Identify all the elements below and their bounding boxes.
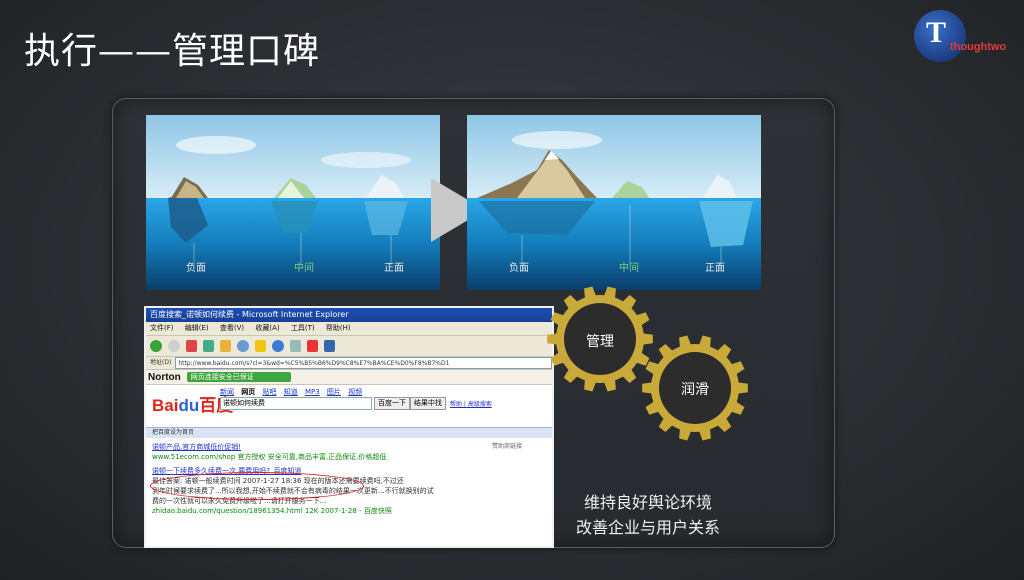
menu-favorites: 收藏(A)	[255, 324, 280, 332]
label-negative: 负面	[186, 263, 206, 274]
menu-view: 查看(V)	[219, 324, 245, 332]
norton-brand: Norton	[148, 371, 181, 383]
favorites-icon	[255, 340, 266, 352]
iceberg-image-before: 负面 中间 正面	[146, 115, 440, 290]
address-bar: 地址(D) http://www.baidu.com/s?cl=3&wd=%C5…	[146, 357, 552, 370]
slide-title: 执行——管理口碑	[24, 31, 321, 72]
result-url: zhidao.baidu.com/question/18961354.html …	[152, 507, 392, 515]
ie-menubar: 文件(F) 编辑(E) 查看(V) 收藏(A) 工具(T) 帮助(H)	[146, 322, 552, 336]
baidu-search-within-button: 结果中找	[410, 397, 446, 410]
gear-label-manage: 管理	[586, 334, 614, 350]
ie-toolbar	[146, 336, 552, 357]
baidu-search-button: 百度一下	[374, 397, 410, 410]
sponsor-label: 赞助商链接	[491, 443, 522, 450]
result-title: 诺顿产品,官方商城低价促销!	[152, 443, 242, 451]
home-icon	[220, 340, 231, 352]
address-url: http://www.baidu.com/s?cl=3&wd=%C5%B5%B6…	[175, 357, 552, 369]
menu-edit: 编辑(E)	[184, 324, 209, 332]
company-logo: T thoughtwo	[910, 8, 1020, 64]
logo-mark: T	[926, 16, 947, 49]
tab-news: 新闻	[220, 388, 234, 396]
stop-icon	[186, 340, 197, 352]
history-icon	[290, 340, 301, 352]
baidu-blue-bar: 把百度设为首页	[146, 427, 552, 438]
baidu-search-area: Baidu百度 新闻 网页 贴吧 知道 MP3 图片 视频 诺顿如何续费 百度一…	[146, 385, 552, 427]
tab-images: 图片	[326, 388, 341, 396]
search-result-ad: 诺顿产品,官方商城低价促销! www.51ecom.com/shop 官方授权 …	[146, 442, 552, 462]
logo-text: thoughtwo	[950, 41, 1007, 53]
caption-line-1: 维持良好舆论环境	[583, 493, 712, 512]
norton-toolbar: Norton 网页连接安全已保证	[146, 370, 552, 385]
norton-status: 网页连接安全已保证	[186, 372, 291, 382]
highlight-oval	[150, 472, 364, 500]
media-icon	[272, 340, 284, 352]
menu-file: 文件(F)	[150, 324, 174, 332]
baidu-help-links: 帮助 | 高级搜索	[450, 401, 492, 408]
refresh-icon	[203, 340, 214, 352]
mail-icon	[307, 340, 318, 352]
tab-web: 网页	[241, 388, 256, 396]
forward-icon	[168, 340, 180, 352]
search-icon	[237, 340, 249, 352]
caption: 维持良好舆论环境 改善企业与用户关系	[548, 490, 748, 540]
tab-tieba: 贴吧	[262, 388, 277, 396]
label-neutral: 中间	[619, 263, 639, 274]
gear-label-lubricate: 润滑	[681, 382, 709, 398]
browser-screenshot: 百度搜索_诺顿如何续费 - Microsoft Internet Explore…	[144, 306, 554, 548]
caption-line-2: 改善企业与用户关系	[575, 518, 720, 537]
menu-help: 帮助(H)	[325, 324, 351, 332]
address-label: 地址(D)	[150, 359, 172, 366]
menu-tools: 工具(T)	[290, 324, 315, 332]
tab-mp3: MP3	[304, 388, 320, 396]
tab-zhidao: 知道	[283, 388, 298, 396]
print-icon	[324, 340, 335, 352]
baidu-tabs: 新闻 网页 贴吧 知道 MP3 图片 视频	[220, 387, 367, 397]
back-icon	[150, 340, 162, 352]
tab-video: 视频	[348, 388, 363, 396]
iceberg-image-after: 负面 中间 正面	[467, 115, 761, 290]
label-positive: 正面	[384, 263, 404, 274]
label-positive: 正面	[705, 263, 725, 274]
label-neutral: 中间	[294, 263, 314, 274]
baidu-search-input: 诺顿如何续费	[220, 397, 372, 410]
ie-titlebar: 百度搜索_诺顿如何续费 - Microsoft Internet Explore…	[146, 308, 552, 322]
label-negative: 负面	[509, 263, 529, 274]
result-url: www.51ecom.com/shop 官方授权 安全可靠,商品丰富,正品保证,…	[152, 453, 387, 461]
